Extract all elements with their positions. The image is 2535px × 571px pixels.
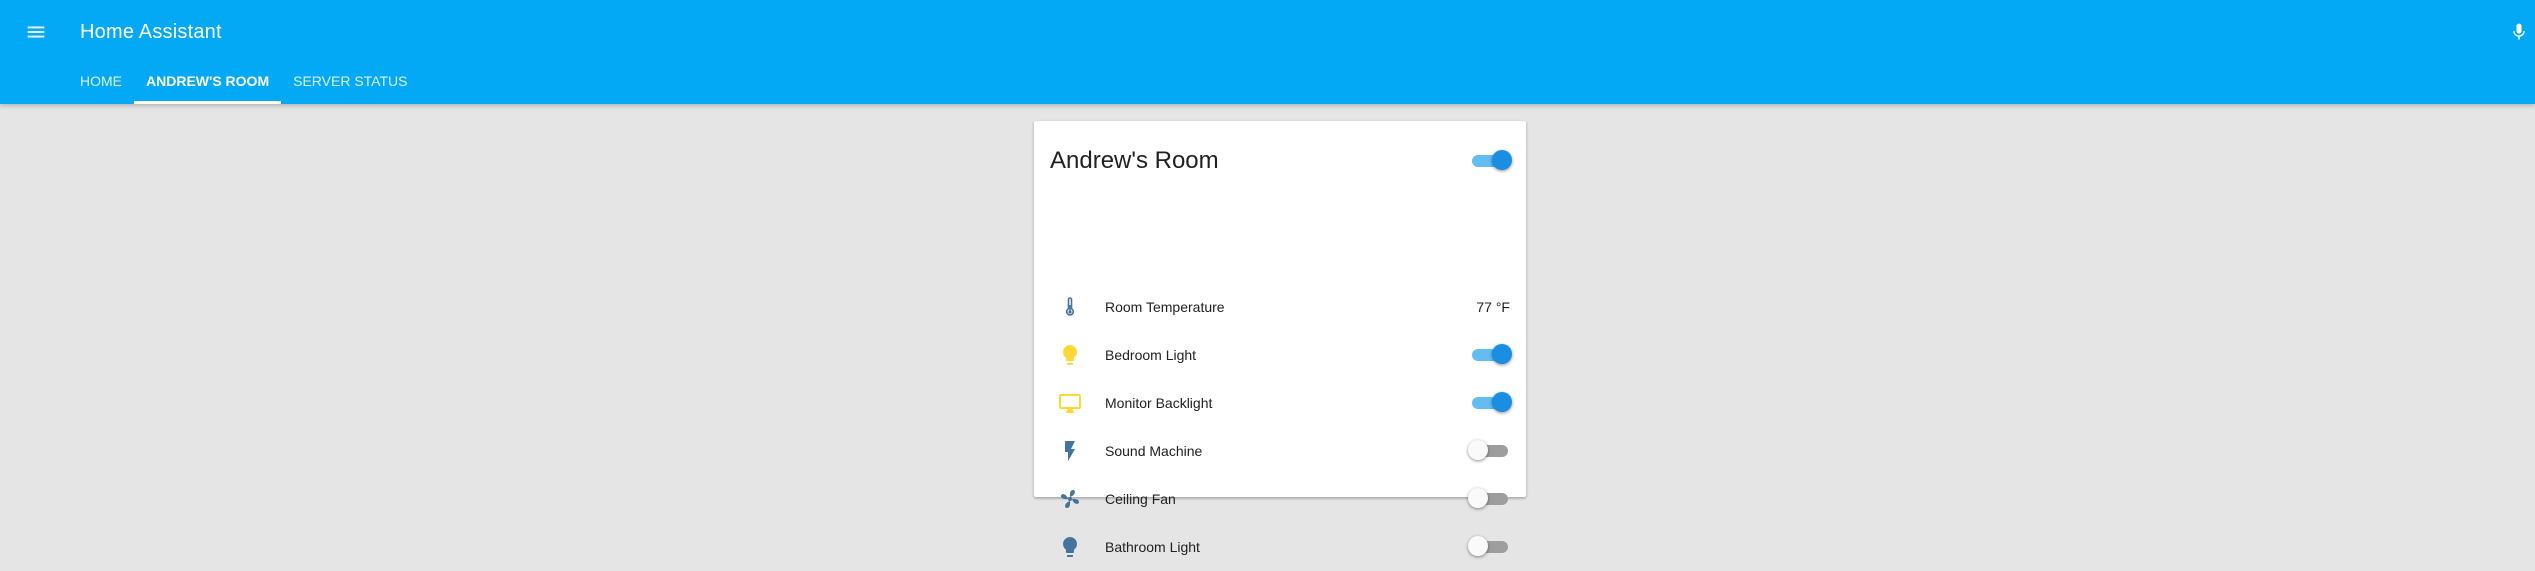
row-monitor-backlight[interactable]: Monitor Backlight (1034, 379, 1526, 427)
entity-label: Ceiling Fan (1105, 491, 1176, 507)
row-bedroom-light[interactable]: Bedroom Light (1034, 331, 1526, 379)
tab-home[interactable]: HOME (68, 56, 134, 104)
group-master-toggle[interactable] (1470, 149, 1512, 173)
tab-server-status[interactable]: SERVER STATUS (281, 56, 419, 104)
bedroom-light-toggle[interactable] (1470, 343, 1512, 367)
view-tabs: HOME ANDREW'S ROOM SERVER STATUS (68, 56, 419, 104)
row-ceiling-fan[interactable]: Ceiling Fan (1034, 475, 1526, 523)
group-card-andrews-room: Andrew's Room Room Temperature 77 °F Bed… (1034, 121, 1526, 557)
bathroom-light-toggle[interactable] (1468, 535, 1510, 559)
row-bathroom-light[interactable]: Bathroom Light (1034, 523, 1526, 571)
entity-label: Bedroom Light (1105, 347, 1197, 363)
lightbulb-icon (1058, 343, 1082, 367)
lightbulb-icon (1058, 535, 1082, 559)
fan-icon (1058, 487, 1082, 511)
flash-icon (1058, 439, 1082, 463)
sound-machine-toggle[interactable] (1468, 439, 1510, 463)
sensor-value: 77 °F (1476, 299, 1510, 315)
monitor-backlight-toggle[interactable] (1470, 391, 1512, 415)
entity-label: Bathroom Light (1105, 539, 1200, 555)
entity-label: Sound Machine (1105, 443, 1203, 459)
row-sound-machine[interactable]: Sound Machine (1034, 427, 1526, 475)
menu-icon[interactable] (22, 18, 50, 46)
entity-label: Monitor Backlight (1105, 395, 1213, 411)
ceiling-fan-toggle[interactable] (1468, 487, 1510, 511)
microphone-icon[interactable] (2505, 18, 2533, 46)
monitor-icon (1058, 391, 1082, 415)
app-title: Home Assistant (80, 21, 222, 43)
entity-label: Room Temperature (1105, 299, 1225, 315)
tab-andrews-room[interactable]: ANDREW'S ROOM (134, 56, 282, 104)
card-title[interactable]: Andrew's Room (1050, 145, 1219, 177)
row-room-temperature[interactable]: Room Temperature 77 °F (1034, 283, 1526, 331)
thermometer-icon (1058, 295, 1082, 319)
app-toolbar: Home Assistant HOME ANDREW'S ROOM SERVER… (0, 0, 2535, 104)
